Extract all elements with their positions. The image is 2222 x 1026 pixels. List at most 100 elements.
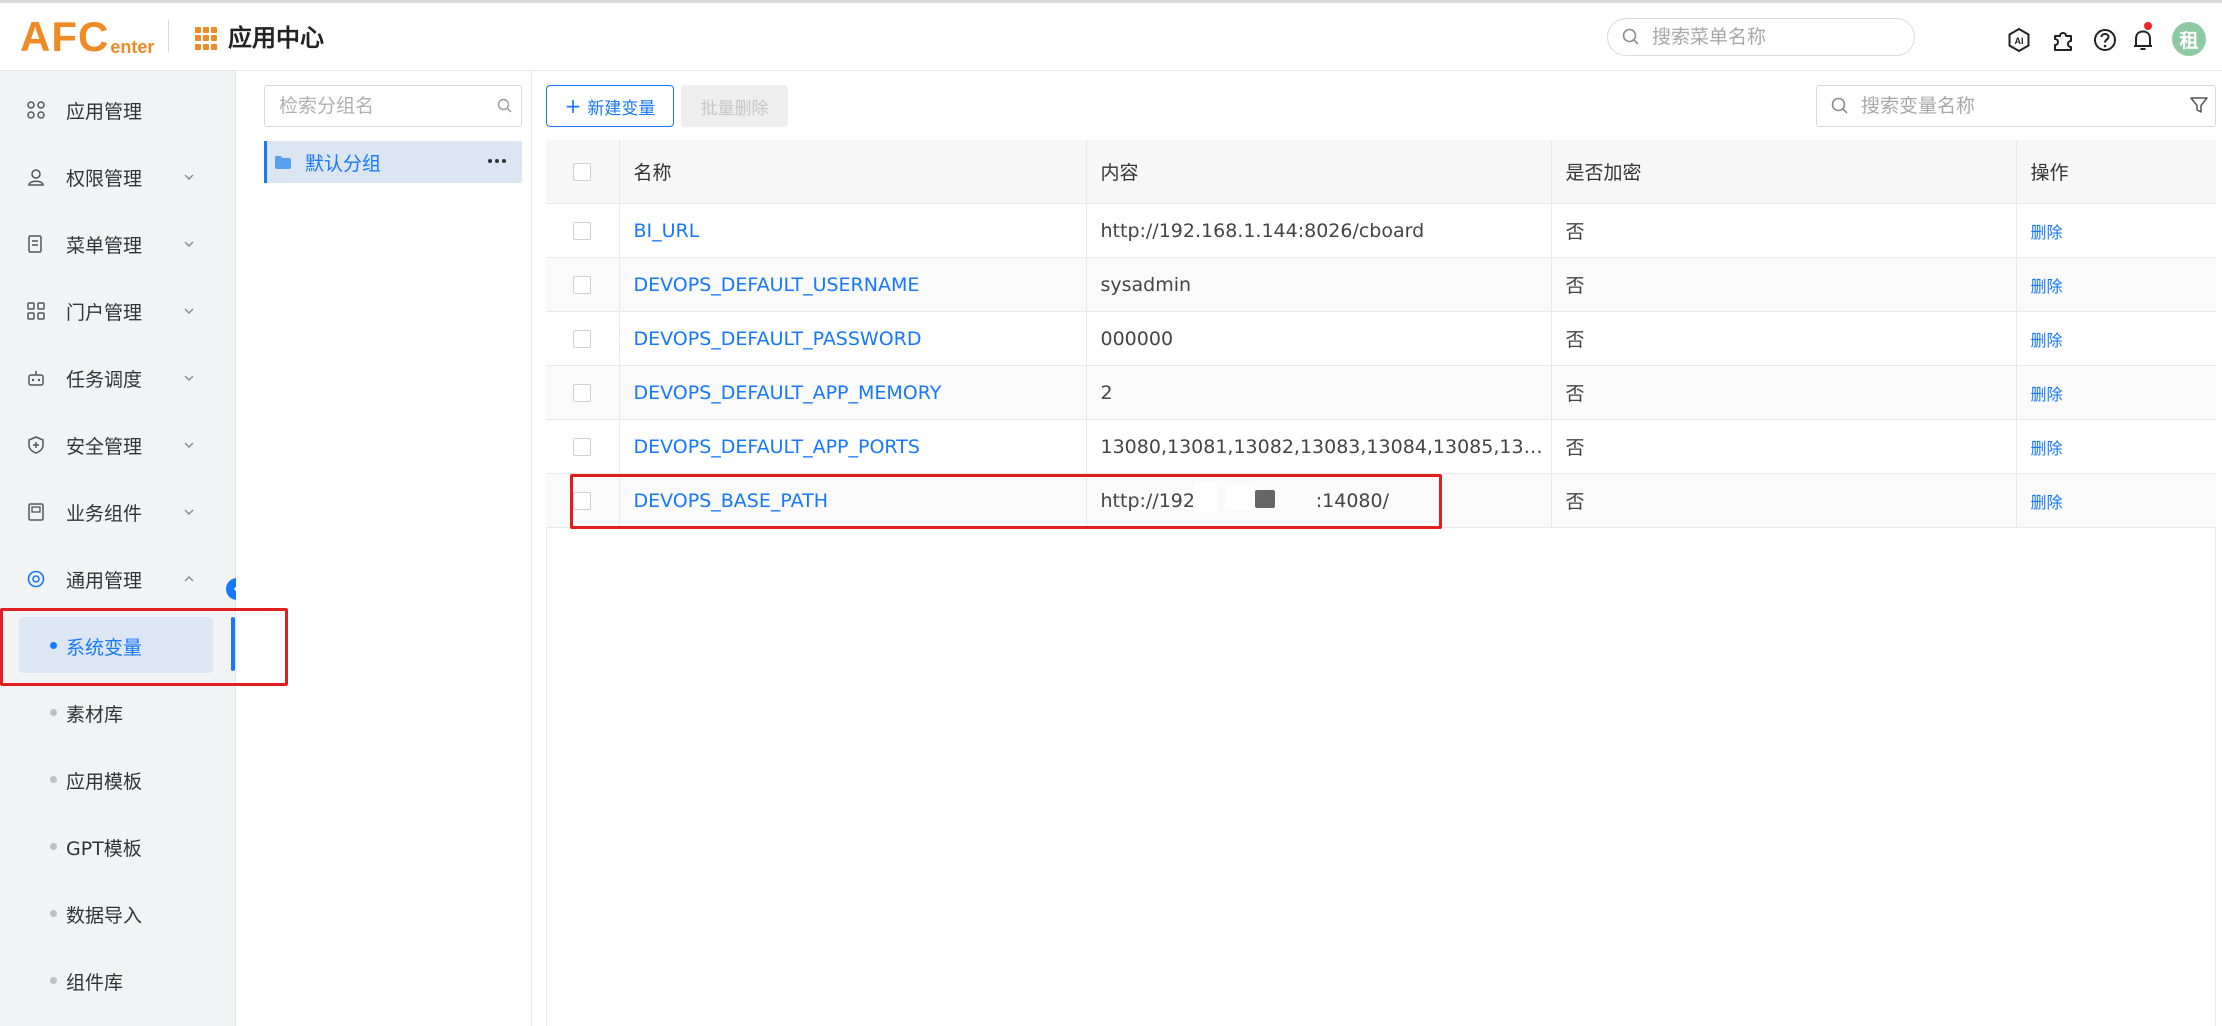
chevron-down-icon xyxy=(184,442,194,448)
robot-icon xyxy=(28,371,44,386)
variable-name-link[interactable]: DEVOPS_DEFAULT_APP_MEMORY xyxy=(634,382,942,404)
variable-encrypted: 否 xyxy=(1551,203,2017,258)
plugin-icon[interactable] xyxy=(2050,27,2076,53)
variable-encrypted: 否 xyxy=(1551,473,2017,528)
search-icon xyxy=(1622,28,1639,45)
search-icon xyxy=(497,98,512,113)
bullet-dot xyxy=(50,977,57,984)
avatar[interactable]: 租 xyxy=(2172,22,2206,56)
sidebar-subitem-label: GPT模板 xyxy=(66,838,142,860)
annotation-highlight-row xyxy=(570,474,1442,529)
table-row: DEVOPS_DEFAULT_APP_MEMORY 2 否 删除 xyxy=(546,365,2216,420)
settings-icon xyxy=(27,570,45,588)
sidebar-subitem-label: 数据导入 xyxy=(66,905,143,927)
sidebar-subitem-label: 应用模板 xyxy=(66,771,143,793)
sidebar-subitem-component-library[interactable]: 组件库 xyxy=(0,952,236,1008)
sidebar-item-app-management[interactable]: 应用管理 xyxy=(0,80,236,140)
sidebar-subitem-gpt-templates[interactable]: GPT模板 xyxy=(0,818,236,874)
variable-name-link[interactable]: DEVOPS_DEFAULT_APP_PORTS xyxy=(634,436,920,458)
bullet-dot xyxy=(50,776,57,783)
row-select-cell xyxy=(546,365,620,420)
group-panel xyxy=(236,71,532,1026)
app-grid-icon xyxy=(27,101,45,119)
sidebar-item-portal-management[interactable]: 门户管理 xyxy=(0,281,236,341)
sidebar-subitem-data-import[interactable]: 数据导入 xyxy=(0,885,236,941)
sidebar-subitem-material-library[interactable]: 素材库 xyxy=(0,684,236,740)
sidebar-item-security-management[interactable]: 安全管理 xyxy=(0,415,236,475)
sidebar-item-general-management[interactable]: 通用管理 xyxy=(0,549,236,609)
variable-name-link[interactable]: DEVOPS_DEFAULT_USERNAME xyxy=(634,274,920,296)
delete-link[interactable]: 删除 xyxy=(2031,331,2063,350)
sidebar-item-label: 应用管理 xyxy=(66,100,143,123)
chevron-down-icon xyxy=(184,509,194,515)
help-icon[interactable] xyxy=(2092,27,2118,53)
select-all-checkbox[interactable] xyxy=(573,163,592,181)
new-variable-button[interactable]: + 新建变量 xyxy=(546,85,674,127)
sidebar-subitem-app-templates[interactable]: 应用模板 xyxy=(0,751,236,807)
group-item-label: 默认分组 xyxy=(305,152,382,175)
table-row: DEVOPS_DEFAULT_APP_PORTS 13080,13081,130… xyxy=(546,419,2216,474)
sidebar-item-label: 通用管理 xyxy=(66,569,143,592)
notification-dot xyxy=(2144,22,2152,30)
sidebar-item-label: 安全管理 xyxy=(66,435,143,458)
bell-icon[interactable] xyxy=(2130,27,2156,53)
variable-search-input[interactable] xyxy=(1859,94,2163,118)
group-search-box[interactable] xyxy=(264,85,522,127)
new-variable-label: 新建变量 xyxy=(587,98,656,119)
table-row: DEVOPS_DEFAULT_USERNAME sysadmin 否 删除 xyxy=(546,257,2216,312)
app-grid-icon[interactable] xyxy=(195,27,218,50)
variable-content: 000000 xyxy=(1086,311,1552,366)
table-header-row: 名称 内容 是否加密 操作 xyxy=(546,140,2216,204)
ai-icon[interactable]: AI xyxy=(2006,27,2032,53)
user-icon xyxy=(28,169,44,186)
row-checkbox[interactable] xyxy=(573,222,592,240)
more-options-icon[interactable] xyxy=(488,159,506,163)
variable-content: http://192.168.1.144:8026/cboard xyxy=(1086,203,1552,258)
sidebar: 应用管理 权限管理 菜单管理 门户管理 任务调度 安全管理 业务组件 通用管理 xyxy=(0,71,236,1026)
delete-link[interactable]: 删除 xyxy=(2031,493,2063,512)
batch-delete-button[interactable]: 批量删除 xyxy=(681,85,788,127)
sidebar-item-permission-management[interactable]: 权限管理 xyxy=(0,147,236,207)
sidebar-subitem-label: 素材库 xyxy=(66,704,124,726)
bullet-dot xyxy=(50,910,57,917)
sidebar-subitem-label: 组件库 xyxy=(66,972,124,994)
annotation-highlight-nav xyxy=(0,608,288,686)
variable-encrypted: 否 xyxy=(1551,311,2017,366)
variable-content: 13080,13081,13082,13083,13084,13085,1308… xyxy=(1086,419,1552,474)
delete-link[interactable]: 删除 xyxy=(2031,277,2063,296)
variable-search-box[interactable] xyxy=(1816,85,2216,127)
sidebar-item-business-components[interactable]: 业务组件 xyxy=(0,482,236,542)
svg-text:AI: AI xyxy=(2015,36,2024,46)
chevron-down-icon xyxy=(184,375,194,381)
column-header-content: 内容 xyxy=(1086,140,1552,204)
variable-name-link[interactable]: DEVOPS_DEFAULT_PASSWORD xyxy=(634,328,922,350)
menu-search-box[interactable] xyxy=(1607,18,1915,56)
app-center-title[interactable]: 应用中心 xyxy=(228,22,324,54)
search-icon xyxy=(1831,97,1848,114)
filter-icon[interactable] xyxy=(2189,95,2209,115)
bullet-dot xyxy=(50,843,57,850)
column-header-encrypted: 是否加密 xyxy=(1551,140,2017,204)
chevron-down-icon xyxy=(184,174,194,180)
chevron-down-icon xyxy=(184,241,194,247)
group-item-default[interactable]: 默认分组 xyxy=(264,141,522,183)
row-select-cell xyxy=(546,257,620,312)
row-checkbox[interactable] xyxy=(573,330,592,348)
variable-name-link[interactable]: BI_URL xyxy=(634,220,700,242)
row-checkbox[interactable] xyxy=(573,276,592,294)
sidebar-item-label: 菜单管理 xyxy=(66,234,143,257)
delete-link[interactable]: 删除 xyxy=(2031,223,2063,242)
menu-search-input[interactable] xyxy=(1650,25,1894,49)
delete-link[interactable]: 删除 xyxy=(2031,439,2063,458)
sidebar-item-menu-management[interactable]: 菜单管理 xyxy=(0,214,236,274)
row-checkbox[interactable] xyxy=(573,438,592,456)
shield-icon xyxy=(28,436,44,454)
delete-link[interactable]: 删除 xyxy=(2031,385,2063,404)
row-select-cell xyxy=(546,203,620,258)
row-checkbox[interactable] xyxy=(573,384,592,402)
afcenter-logo[interactable]: AFC enter xyxy=(20,12,154,58)
group-search-input[interactable] xyxy=(277,94,491,118)
sidebar-item-task-scheduling[interactable]: 任务调度 xyxy=(0,348,236,408)
table-row: DEVOPS_DEFAULT_PASSWORD 000000 否 删除 xyxy=(546,311,2216,366)
column-header-actions: 操作 xyxy=(2016,140,2216,204)
